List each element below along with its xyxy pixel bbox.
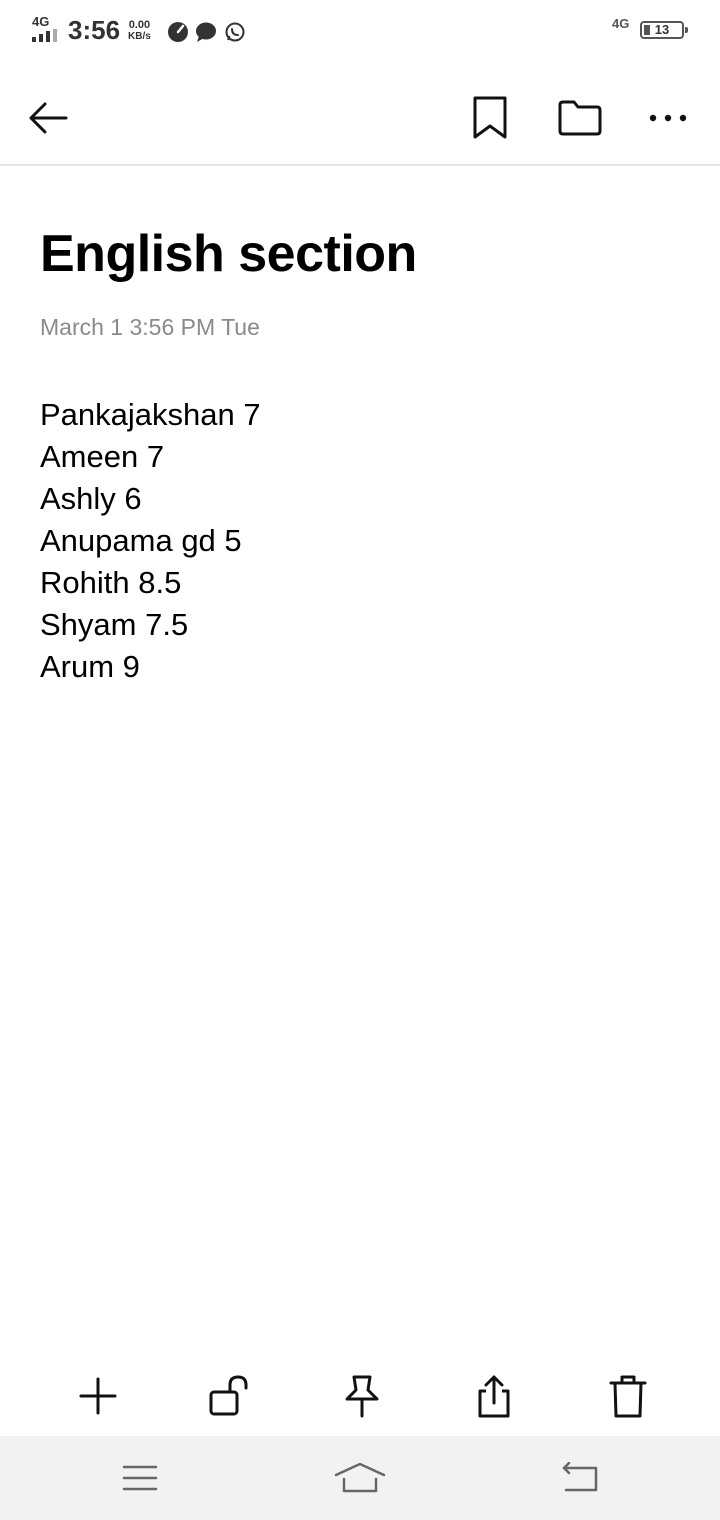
folder-button[interactable] (552, 92, 608, 144)
battery-level: 13 (654, 22, 670, 37)
network-speed: 0.00 KB/s (128, 19, 151, 43)
note-line[interactable]: Arum 9 (40, 646, 261, 688)
delete-button[interactable] (600, 1368, 656, 1424)
speed-unit: KB/s (128, 31, 151, 42)
notification-icons (168, 20, 248, 44)
note-line[interactable]: Ashly 6 (40, 478, 261, 520)
system-back-button[interactable] (550, 1454, 610, 1502)
more-options-button[interactable] (640, 92, 696, 144)
back-icon (562, 1462, 598, 1492)
lock-button[interactable] (202, 1368, 258, 1424)
pin-button[interactable] (334, 1368, 390, 1424)
note-action-bar (0, 1350, 720, 1436)
note-line[interactable]: Ameen 7 (40, 436, 261, 478)
unlock-icon (209, 1375, 248, 1416)
back-button[interactable] (22, 92, 74, 144)
note-body[interactable]: Pankajakshan 7 Ameen 7 Ashly 6 Anupama g… (40, 394, 261, 688)
speed-value: 0.00 (128, 19, 151, 31)
note-line[interactable]: Pankajakshan 7 (40, 394, 261, 436)
whatsapp-icon (225, 22, 245, 42)
bookmark-icon (473, 96, 507, 139)
system-nav-bar (0, 1436, 720, 1520)
speedometer-icon (168, 22, 188, 42)
share-button[interactable] (466, 1368, 522, 1424)
folder-icon (558, 100, 602, 136)
home-icon (334, 1462, 386, 1493)
note-line[interactable]: Shyam 7.5 (40, 604, 261, 646)
pin-icon (345, 1375, 379, 1418)
add-button[interactable] (70, 1368, 126, 1424)
chat-bubble-icon (196, 22, 216, 42)
battery-icon: 13 (640, 21, 688, 39)
home-button[interactable] (330, 1454, 390, 1502)
status-bar: 4G 3:56 0.00 KB/s 4G 13 (0, 0, 720, 64)
bookmark-button[interactable] (464, 92, 516, 144)
note-line[interactable]: Anupama gd 5 (40, 520, 261, 562)
add-icon (79, 1377, 117, 1415)
back-arrow-icon (29, 102, 68, 134)
share-icon (478, 1375, 510, 1418)
note-date: March 1 3:56 PM Tue (40, 314, 260, 340)
network-type-left: 4G (32, 14, 50, 29)
note-title[interactable]: English section (40, 224, 417, 284)
status-time: 3:56 (68, 15, 121, 45)
network-type-right: 4G (612, 16, 630, 31)
menu-icon (122, 1465, 158, 1491)
signal-bars-icon (32, 29, 60, 42)
note-line[interactable]: Rohith 8.5 (40, 562, 261, 604)
more-options-icon (649, 114, 687, 122)
delete-icon (609, 1375, 647, 1418)
recent-apps-button[interactable] (110, 1454, 170, 1502)
note-toolbar (0, 64, 720, 166)
